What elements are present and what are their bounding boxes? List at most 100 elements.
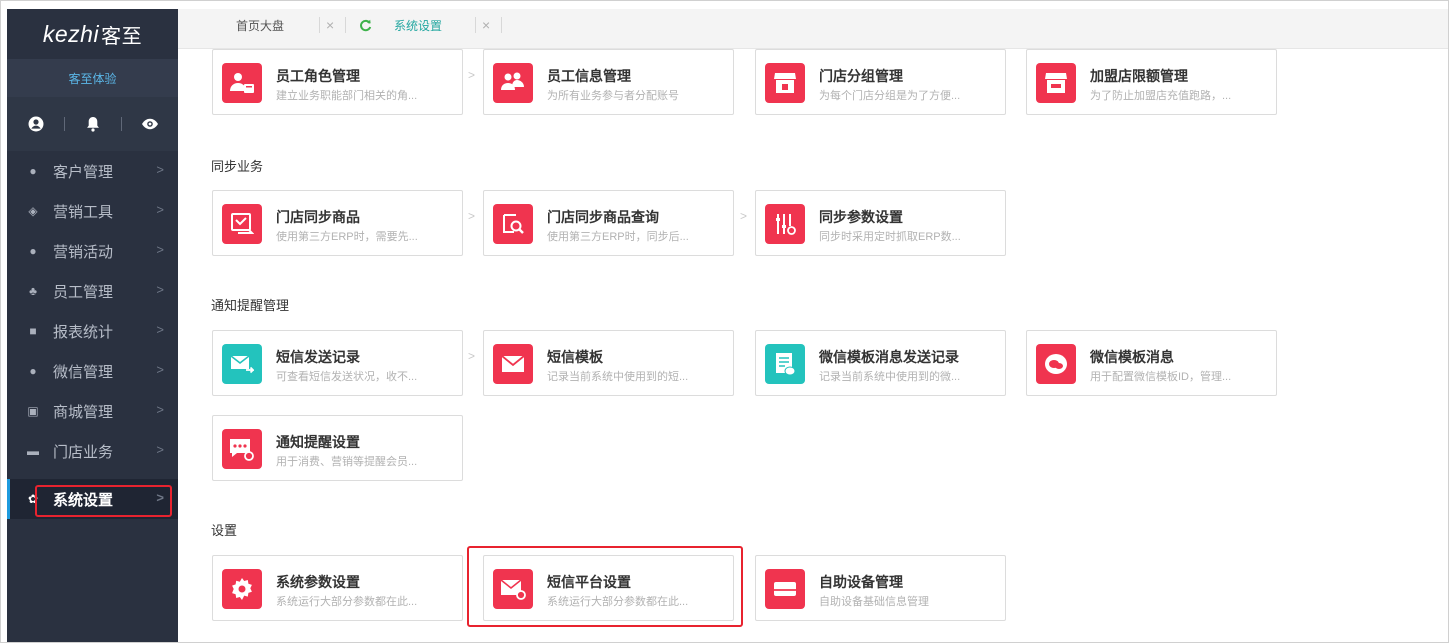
- eye-icon[interactable]: [121, 114, 178, 134]
- sidebar-item-store[interactable]: ▬ 门店业务 >: [7, 431, 178, 471]
- card-title: 微信模板消息发送记录: [819, 349, 959, 365]
- card-store-group[interactable]: 门店分组管理 为每个门店分组是为了方便...: [755, 49, 1006, 115]
- sidebar-item-label: 营销工具: [53, 203, 114, 221]
- user-circle-icon[interactable]: [7, 114, 64, 134]
- card-desc: 记录当前系统中使用到的短...: [547, 371, 689, 383]
- card-title: 员工信息管理: [547, 68, 631, 84]
- card-title: 员工角色管理: [276, 68, 360, 84]
- flow-arrow-icon: >: [740, 209, 748, 223]
- shop-icon: ▣: [27, 404, 39, 418]
- sliders-icon: [765, 204, 805, 244]
- chevron-right-icon: >: [156, 162, 164, 177]
- app-window: kezhi 客至 客至体验 ● 客户管理 > ◈ 营销工具 > ● 营销活动 > ♣ 员工管理 >: [0, 0, 1449, 643]
- card-title: 短信发送记录: [276, 349, 360, 365]
- card-title: 同步参数设置: [819, 209, 903, 225]
- card-desc: 使用第三方ERP时，需要先...: [276, 231, 418, 243]
- card-sms-log[interactable]: 短信发送记录 可查看短信发送状况，收不...: [212, 330, 463, 396]
- chevron-right-icon: >: [156, 202, 164, 217]
- card-title: 门店分组管理: [819, 68, 903, 84]
- card-staff-role[interactable]: 员工角色管理 建立业务职能部门相关的角...: [212, 49, 463, 115]
- card-desc: 为所有业务参与者分配账号: [547, 90, 679, 102]
- card-wechat-template[interactable]: 微信模板消息 用于配置微信模板ID，管理...: [1026, 330, 1277, 396]
- tab-home[interactable]: 首页大盘: [236, 9, 284, 41]
- logo-cn: 客至: [101, 25, 143, 48]
- tab-home-close[interactable]: ×: [326, 9, 334, 41]
- flow-arrow-icon: >: [468, 68, 476, 82]
- card-wechat-template-log[interactable]: 微信模板消息发送记录 记录当前系统中使用到的微...: [755, 330, 1006, 396]
- sidebar-item-label: 商城管理: [53, 403, 114, 421]
- sidebar-item-marketing-activity[interactable]: ● 营销活动 >: [7, 231, 178, 271]
- highlight-sms-platform: [467, 546, 743, 627]
- sidebar-item-label: 员工管理: [53, 283, 114, 301]
- flow-arrow-icon: >: [468, 209, 476, 223]
- card-self-service-device[interactable]: 自助设备管理 自助设备基础信息管理: [755, 555, 1006, 621]
- message-gear-icon: [222, 429, 262, 469]
- sidebar-item-label: 门店业务: [53, 443, 114, 461]
- tab-label: 系统设置: [394, 18, 443, 33]
- card-system-params[interactable]: 系统参数设置 系统运行大部分参数都在此...: [212, 555, 463, 621]
- store-icon: ▬: [27, 444, 39, 458]
- sidebar-item-staff[interactable]: ♣ 员工管理 >: [7, 271, 178, 311]
- bell-icon[interactable]: [64, 114, 121, 134]
- card-desc: 为每个门店分组是为了方便...: [819, 90, 961, 102]
- layers-icon: ◈: [28, 204, 38, 218]
- chevron-right-icon: >: [156, 442, 164, 457]
- envelope-icon: [493, 344, 533, 384]
- experience-link[interactable]: 客至体验: [7, 59, 178, 97]
- card-sync-params[interactable]: 同步参数设置 同步时采用定时抓取ERP数...: [755, 190, 1006, 256]
- staff-icon: ♣: [29, 284, 37, 298]
- refresh-icon[interactable]: [359, 9, 372, 41]
- chevron-right-icon: >: [156, 242, 164, 257]
- sidebar-item-label: 客户管理: [53, 163, 114, 181]
- sync-query-icon: [493, 204, 533, 244]
- sidebar-item-reports[interactable]: ■ 报表统计 >: [7, 311, 178, 351]
- card-title: 微信模板消息: [1090, 349, 1174, 365]
- card-desc: 建立业务职能部门相关的角...: [276, 90, 418, 102]
- tab-divider: [501, 17, 502, 33]
- card-title: 短信模板: [547, 349, 603, 365]
- highlight-settings-menu: [35, 485, 172, 517]
- report-icon: ■: [29, 324, 37, 338]
- sync-goods-icon: [222, 204, 262, 244]
- close-icon[interactable]: ×: [326, 17, 334, 33]
- card-sync-goods[interactable]: 门店同步商品 使用第三方ERP时，需要先...: [212, 190, 463, 256]
- tab-label: 首页大盘: [236, 18, 285, 33]
- chevron-right-icon: >: [156, 362, 164, 377]
- card-desc: 系统运行大部分参数都在此...: [276, 596, 418, 608]
- sidebar-item-wechat[interactable]: ● 微信管理 >: [7, 351, 178, 391]
- card-desc: 记录当前系统中使用到的微...: [819, 371, 961, 383]
- card-title: 门店同步商品: [276, 209, 360, 225]
- chevron-right-icon: >: [156, 322, 164, 337]
- tab-settings-close[interactable]: ×: [482, 9, 490, 41]
- section-title-sync: 同步业务: [211, 159, 264, 174]
- sidebar-item-label: 营销活动: [53, 243, 114, 261]
- card-franchise-limit[interactable]: 加盟店限额管理 为了防止加盟店充值跑路，...: [1026, 49, 1277, 115]
- card-sync-goods-query[interactable]: 门店同步商品查询 使用第三方ERP时，同步后...: [483, 190, 734, 256]
- tab-divider: [345, 17, 346, 33]
- tab-settings[interactable]: 系统设置: [394, 9, 442, 41]
- close-icon[interactable]: ×: [482, 17, 490, 33]
- sidebar-item-mall[interactable]: ▣ 商城管理 >: [7, 391, 178, 431]
- bulb-icon: ●: [29, 244, 37, 258]
- tab-divider: [319, 17, 320, 33]
- tab-divider: [475, 17, 476, 33]
- logo-latin: kezhi: [42, 20, 100, 47]
- card-sms-template[interactable]: 短信模板 记录当前系统中使用到的短...: [483, 330, 734, 396]
- gear-icon: [222, 569, 262, 609]
- card-title: 加盟店限额管理: [1090, 68, 1188, 84]
- sidebar-item-marketing-tools[interactable]: ◈ 营销工具 >: [7, 191, 178, 231]
- sidebar: kezhi 客至 客至体验 ● 客户管理 > ◈ 营销工具 > ● 营销活动 > ♣ 员工管理 >: [7, 9, 178, 642]
- section-title-notice: 通知提醒管理: [211, 298, 290, 313]
- card-staff-info[interactable]: 员工信息管理 为所有业务参与者分配账号: [483, 49, 734, 115]
- staff-info-icon: [493, 63, 533, 103]
- person-icon: ●: [29, 164, 37, 178]
- card-desc: 可查看短信发送状况，收不...: [276, 371, 418, 383]
- franchise-store-icon: [1036, 63, 1076, 103]
- card-notify-settings[interactable]: 通知提醒设置 用于消费、营销等提醒会员...: [212, 415, 463, 481]
- card-desc: 同步时采用定时抓取ERP数...: [819, 231, 961, 243]
- card-desc: 使用第三方ERP时，同步后...: [547, 231, 689, 243]
- flow-arrow-icon: >: [468, 349, 476, 363]
- card-desc: 用于消费、营销等提醒会员...: [276, 456, 418, 468]
- device-icon: [765, 569, 805, 609]
- sidebar-item-customer[interactable]: ● 客户管理 >: [7, 151, 178, 191]
